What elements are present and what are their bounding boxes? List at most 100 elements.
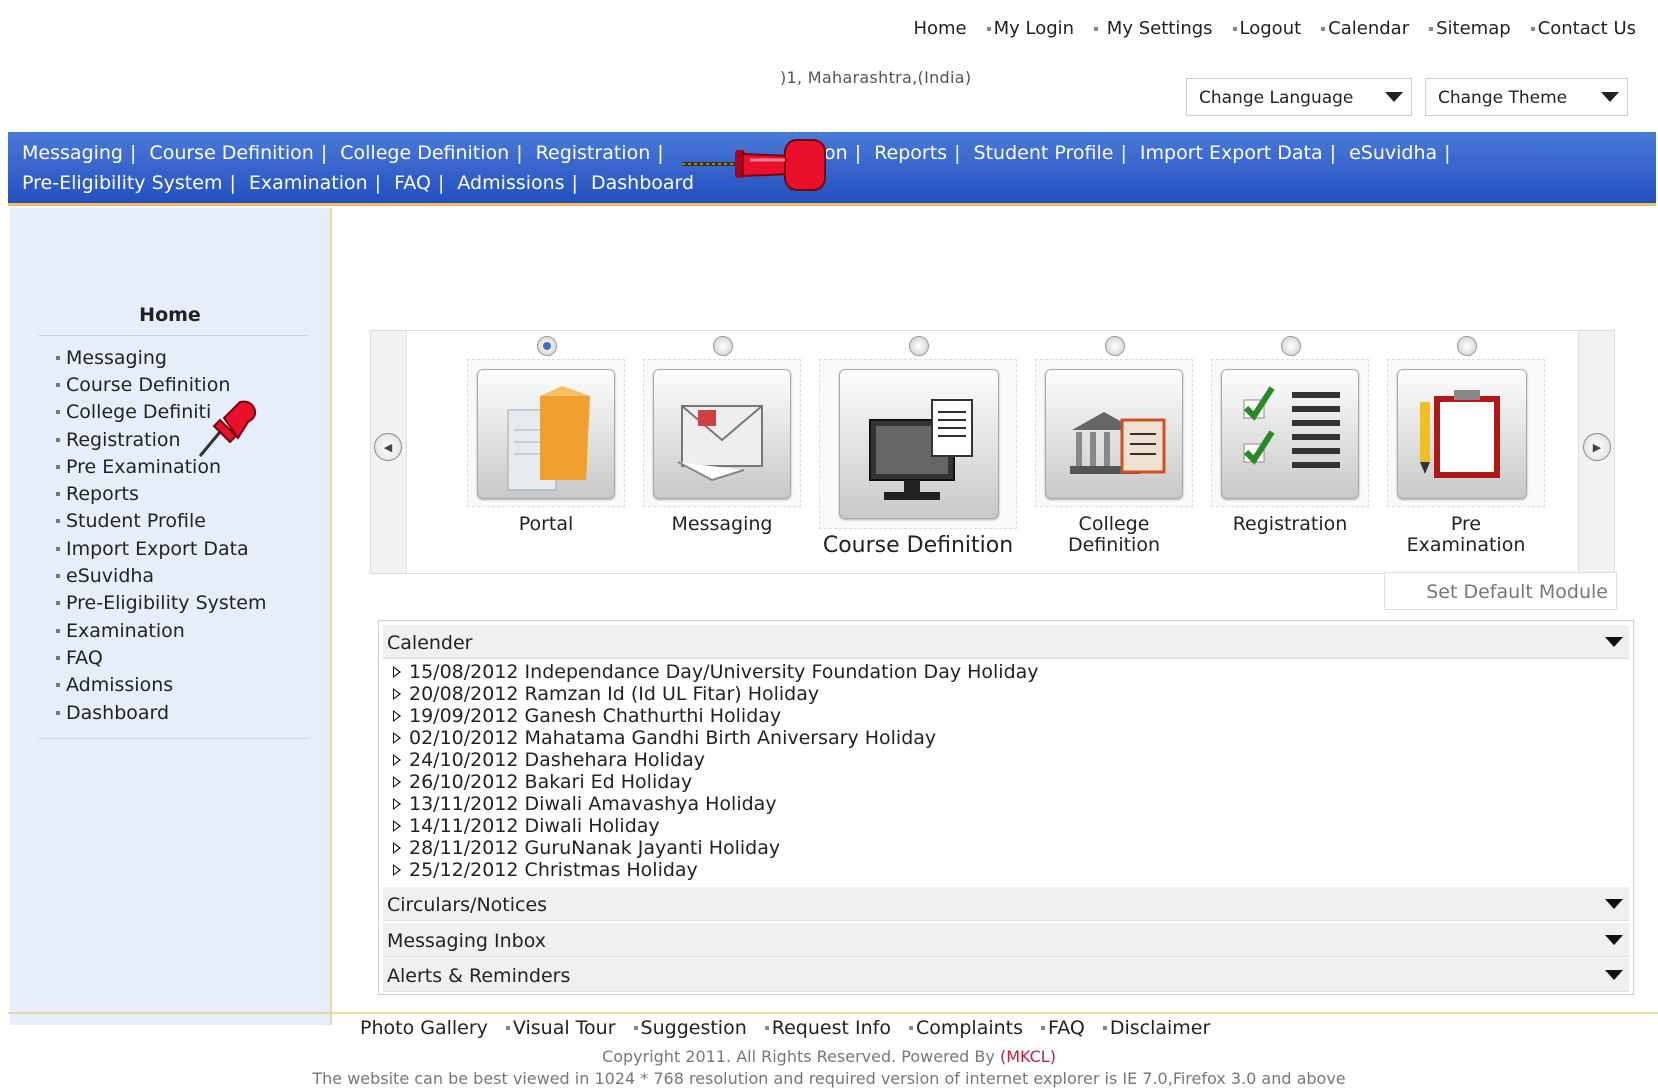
footer-link-suggestion[interactable]: Suggestion xyxy=(633,1017,747,1039)
sidebar-item-dashboard[interactable]: Dashboard xyxy=(56,699,266,726)
bullet-icon xyxy=(986,26,991,31)
copyright-label: Copyright 2011. All Rights Reserved. Pow… xyxy=(602,1047,995,1066)
top-link-logout[interactable]: Logout xyxy=(1232,18,1301,39)
sidebar-item-pre-eligibility-system[interactable]: Pre-Eligibility System xyxy=(56,590,266,617)
expand-triangle-icon xyxy=(393,842,401,854)
top-link-label: Calendar xyxy=(1328,18,1410,39)
arrow-left-icon: ◀ xyxy=(383,440,393,454)
sidebar-item-esuvidha[interactable]: eSuvidha xyxy=(56,562,266,589)
nav-item-student-profile[interactable]: Student Profile xyxy=(974,142,1114,164)
nav-item-course-definition[interactable]: Course Definition xyxy=(149,142,313,164)
dropdown-arrow-icon xyxy=(1601,92,1619,102)
top-link-label: Contact Us xyxy=(1537,18,1636,39)
nav-item-import-export-data[interactable]: Import Export Data xyxy=(1140,142,1323,164)
carousel-left-panel: ◀ xyxy=(371,331,407,573)
sidebar-item-reports[interactable]: Reports xyxy=(56,480,266,507)
footer-link-label: Request Info xyxy=(771,1017,891,1039)
module-radio[interactable] xyxy=(909,336,929,356)
nav-item-registration[interactable]: Registration xyxy=(536,142,651,164)
top-link-sitemap[interactable]: Sitemap xyxy=(1429,18,1511,39)
accordion-header-messaging-inbox[interactable]: Messaging Inbox xyxy=(383,923,1629,957)
sidebar-item-course-definition[interactable]: Course Definition xyxy=(56,371,266,398)
accordion-header-alerts[interactable]: Alerts & Reminders xyxy=(383,958,1629,992)
footer-divider xyxy=(8,1012,1658,1014)
change-theme-select[interactable]: Change Theme xyxy=(1425,78,1628,116)
top-link-my-login[interactable]: My Login xyxy=(986,18,1075,39)
footer-link-faq[interactable]: FAQ xyxy=(1041,1017,1085,1039)
sidebar-item-admissions[interactable]: Admissions xyxy=(56,672,266,699)
holiday-item[interactable]: 02/10/2012 Mahatama Gandhi Birth Anivers… xyxy=(389,727,1039,749)
sidebar-item-label: FAQ xyxy=(66,646,103,669)
change-language-select[interactable]: Change Language xyxy=(1186,78,1412,116)
set-default-module-button[interactable]: Set Default Module xyxy=(1384,572,1617,610)
nav-separator: | xyxy=(320,142,328,164)
nav-item-dashboard[interactable]: Dashboard xyxy=(591,172,694,194)
module-radio[interactable] xyxy=(713,336,733,356)
top-link-contact-us[interactable]: Contact Us xyxy=(1530,18,1636,39)
sidebar-item-faq[interactable]: FAQ xyxy=(56,644,266,671)
footer-links: Photo Gallery Visual Tour Suggestion Req… xyxy=(360,1017,1210,1039)
nav-item-admissions[interactable]: Admissions xyxy=(457,172,564,194)
module-radio[interactable] xyxy=(1105,336,1125,356)
top-link-home[interactable]: Home xyxy=(913,18,966,39)
holiday-item[interactable]: 24/10/2012 Dashehara Holiday xyxy=(389,749,1039,771)
expand-triangle-icon xyxy=(393,666,401,678)
carousel-next-button[interactable]: ▶ xyxy=(1583,433,1611,461)
expand-triangle-icon xyxy=(393,820,401,832)
nav-item-pre-eligibility-system[interactable]: Pre-Eligibility System xyxy=(22,172,222,194)
top-link-calendar[interactable]: Calendar xyxy=(1321,18,1409,39)
module-radio-selected[interactable] xyxy=(537,336,557,356)
carousel-prev-button[interactable]: ◀ xyxy=(374,433,402,461)
holiday-item[interactable]: 25/12/2012 Christmas Holiday xyxy=(389,859,1039,881)
holiday-item[interactable]: 15/08/2012 Independance Day/University F… xyxy=(389,661,1039,683)
sidebar-item-label: College Definiti xyxy=(66,401,212,424)
nav-item-messaging[interactable]: Messaging xyxy=(22,142,123,164)
holiday-item[interactable]: 20/08/2012 Ramzan Id (Id UL Fitar) Holid… xyxy=(389,683,1039,705)
holiday-text: 15/08/2012 Independance Day/University F… xyxy=(409,661,1039,683)
sidebar-item-student-profile[interactable]: Student Profile xyxy=(56,508,266,535)
sidebar-item-label: eSuvidha xyxy=(66,565,155,588)
nav-item-examination[interactable]: Examination xyxy=(249,172,368,194)
left-sidebar: Home Messaging Course Definition College… xyxy=(10,208,332,1025)
sidebar-item-import-export-data[interactable]: Import Export Data xyxy=(56,535,266,562)
nav-item-reports[interactable]: Reports xyxy=(874,142,947,164)
accordion-header-calender[interactable]: Calender xyxy=(383,625,1629,659)
module-radio[interactable] xyxy=(1281,336,1301,356)
nav-item-esuvidha[interactable]: eSuvidha xyxy=(1349,142,1437,164)
nav-item-college-definition[interactable]: College Definition xyxy=(340,142,509,164)
holiday-text: 14/11/2012 Diwali Holiday xyxy=(409,815,660,837)
dropdown-arrow-icon xyxy=(1605,970,1623,980)
footer-link-disclaimer[interactable]: Disclaimer xyxy=(1102,1017,1210,1039)
holiday-item[interactable]: 14/11/2012 Diwali Holiday xyxy=(389,815,1039,837)
bullet-icon xyxy=(56,382,60,387)
sidebar-item-messaging[interactable]: Messaging xyxy=(56,344,266,371)
holiday-item[interactable]: 19/09/2012 Ganesh Chathurthi Holiday xyxy=(389,705,1039,727)
clipboard-icon xyxy=(1397,369,1527,499)
holiday-item[interactable]: 26/10/2012 Bakari Ed Holiday xyxy=(389,771,1039,793)
accordion-header-label: Circulars/Notices xyxy=(387,894,548,916)
holiday-item[interactable]: 28/11/2012 GuruNanak Jayanti Holiday xyxy=(389,837,1039,859)
holiday-list: 15/08/2012 Independance Day/University F… xyxy=(389,661,1039,881)
footer-link-request-info[interactable]: Request Info xyxy=(764,1017,891,1039)
sidebar-item-label: Pre-Eligibility System xyxy=(66,592,267,615)
footer-link-complaints[interactable]: Complaints xyxy=(908,1017,1023,1039)
nav-separator: | xyxy=(571,172,578,194)
footer-link-visual-tour[interactable]: Visual Tour xyxy=(505,1017,616,1039)
accordion-header-label: Messaging Inbox xyxy=(387,930,546,952)
accordion-header-circulars[interactable]: Circulars/Notices xyxy=(383,887,1629,921)
module-label: College Definition xyxy=(1035,514,1193,556)
sidebar-item-examination[interactable]: Examination xyxy=(56,617,266,644)
sidebar-item-label: Course Definition xyxy=(66,373,231,396)
holiday-item[interactable]: 13/11/2012 Diwali Amavashya Holiday xyxy=(389,793,1039,815)
mkcl-link[interactable]: (MKCL) xyxy=(1000,1047,1056,1066)
module-radio[interactable] xyxy=(1457,336,1477,356)
footer-link-photo-gallery[interactable]: Photo Gallery xyxy=(360,1017,488,1039)
top-link-my-settings[interactable]: My Settings xyxy=(1094,18,1213,39)
arrow-right-icon: ▶ xyxy=(1592,440,1602,454)
bullet-icon xyxy=(56,492,60,497)
nav-item-faq[interactable]: FAQ xyxy=(394,172,431,194)
top-link-label: My Login xyxy=(993,18,1075,39)
module-label-line: Definition xyxy=(1067,534,1160,556)
bullet-icon xyxy=(56,546,60,551)
main-navbar: Messaging | Course Definition | College De… xyxy=(8,132,1656,206)
